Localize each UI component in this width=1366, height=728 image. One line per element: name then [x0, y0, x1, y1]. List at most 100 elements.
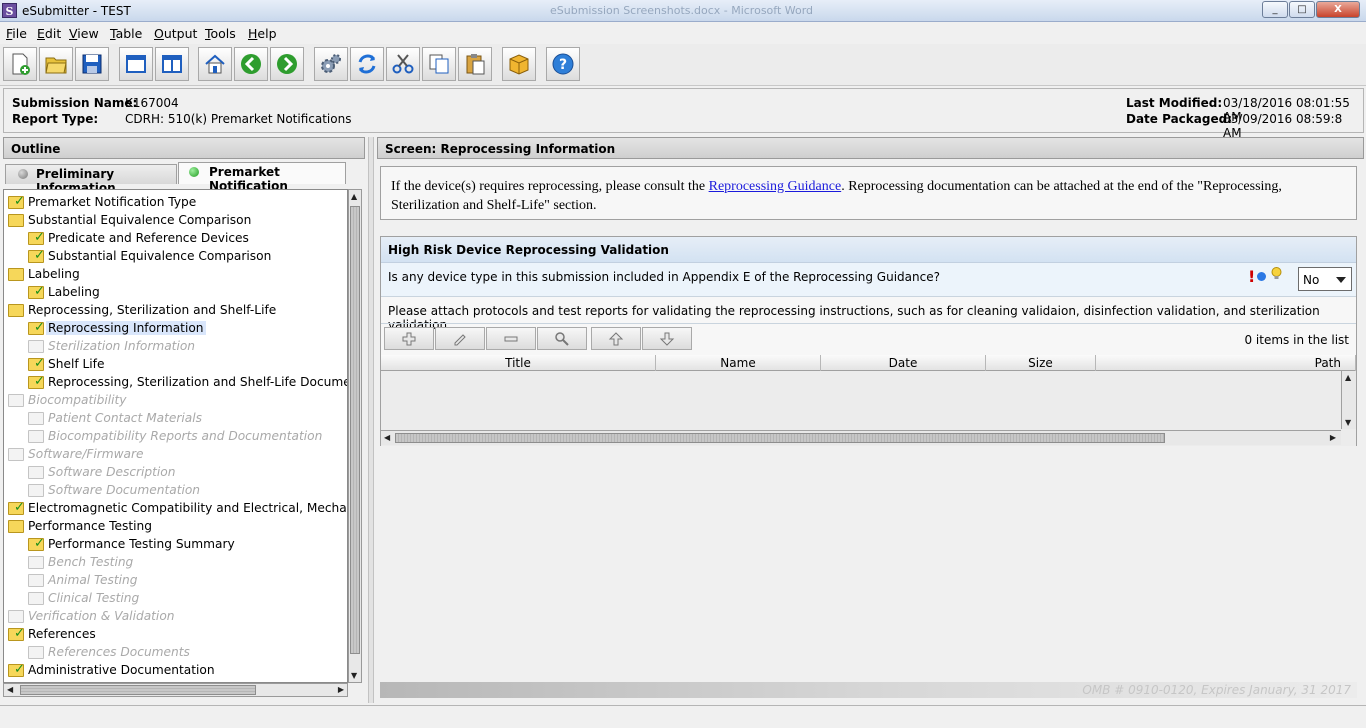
folder-icon — [8, 304, 24, 317]
back-button[interactable] — [234, 47, 268, 81]
tree-item-label: Substantial Equivalence Comparison — [48, 249, 272, 263]
svg-text:?: ? — [559, 57, 567, 73]
tree-item-label: Electromagnetic Compatibility and Electr… — [28, 501, 347, 515]
minimize-button[interactable]: _ — [1262, 1, 1288, 18]
checkmark-icon: ✓ — [14, 662, 25, 677]
tree-item-label: Predicate and Reference Devices — [48, 231, 249, 245]
copy-button[interactable] — [422, 47, 456, 81]
info-dot-icon[interactable] — [1257, 272, 1266, 281]
scroll-right-arrow-icon[interactable]: ▶ — [1330, 433, 1336, 442]
settings-button[interactable] — [314, 47, 348, 81]
scroll-up-arrow-icon[interactable]: ▲ — [1345, 373, 1351, 382]
outline-horizontal-scrollbar[interactable]: ◀ ▶ — [3, 683, 348, 697]
menu-output[interactable]: Output — [154, 26, 197, 41]
tree-item-label: References Documents — [48, 645, 190, 659]
scroll-left-arrow-icon[interactable]: ◀ — [384, 433, 390, 442]
folder-icon — [28, 484, 44, 497]
checkmark-icon: ✓ — [14, 500, 25, 515]
reprocessing-guidance-link[interactable]: Reprocessing Guidance — [709, 179, 842, 194]
maximize-button[interactable]: □ — [1289, 1, 1315, 18]
tab-preliminary-information[interactable]: Preliminary Information — [5, 164, 177, 195]
answer-dropdown[interactable]: No — [1298, 267, 1352, 291]
validation-section: High Risk Device Reprocessing Validation… — [380, 236, 1357, 446]
split-pane-divider[interactable] — [368, 137, 374, 703]
column-title[interactable]: Title — [381, 355, 656, 371]
scroll-thumb[interactable] — [20, 685, 256, 695]
menu-help[interactable]: Help — [248, 26, 277, 41]
table-vertical-scrollbar[interactable]: ▲ ▼ — [1341, 371, 1356, 429]
column-date[interactable]: Date — [821, 355, 986, 371]
tree-item-label: Reprocessing, Sterilization and Shelf-Li… — [48, 375, 348, 389]
scroll-down-arrow-icon[interactable]: ▼ — [351, 671, 357, 680]
attachments-table[interactable]: Title Name Date Size Path ▲ ▼ ◀ ▶ — [381, 355, 1356, 446]
add-item-button[interactable] — [384, 327, 434, 350]
column-size[interactable]: Size — [986, 355, 1096, 371]
remove-icon — [504, 336, 518, 341]
move-up-button[interactable] — [591, 327, 641, 350]
checked-folder-icon: ✓ — [28, 284, 45, 299]
question-text: Is any device type in this submission in… — [388, 270, 940, 284]
tree-item-label: Animal Testing — [48, 573, 138, 587]
folder-icon — [28, 340, 44, 353]
single-window-button[interactable] — [119, 47, 153, 81]
help-button[interactable]: ? — [546, 47, 580, 81]
hint-lightbulb-icon[interactable] — [1271, 267, 1282, 280]
forward-button[interactable] — [270, 47, 304, 81]
outline-vertical-scrollbar[interactable]: ▲ ▼ — [348, 189, 362, 683]
move-down-button[interactable] — [642, 327, 692, 350]
scroll-up-arrow-icon[interactable]: ▲ — [351, 192, 357, 201]
cut-icon — [392, 54, 414, 74]
tree-item-label: Software Documentation — [48, 483, 201, 497]
outline-tree[interactable]: ✓ Premarket Notification Type Substantial … — [3, 189, 348, 683]
column-name[interactable]: Name — [656, 355, 821, 371]
checked-folder-icon: ✓ — [8, 626, 25, 641]
section-title: High Risk Device Reprocessing Validation — [381, 237, 1356, 263]
tree-item-label: Bench Testing — [48, 555, 134, 569]
checkmark-icon: ✓ — [14, 626, 25, 641]
table-horizontal-scrollbar[interactable]: ◀ ▶ — [381, 430, 1341, 445]
tab-premarket-notification[interactable]: Premarket Notification — [178, 162, 346, 193]
checkmark-icon: ✓ — [34, 230, 45, 245]
scroll-right-arrow-icon[interactable]: ▶ — [338, 685, 344, 694]
status-dot-icon — [189, 167, 199, 177]
scroll-down-arrow-icon[interactable]: ▼ — [1345, 418, 1351, 427]
checkmark-icon: ✓ — [34, 284, 45, 299]
tree-item-label: Biocompatibility — [28, 393, 127, 407]
report-type-value: CDRH: 510(k) Premarket Notifications — [125, 112, 352, 126]
checked-folder-icon: ✓ — [28, 357, 45, 371]
view-item-button[interactable] — [537, 327, 587, 350]
add-icon — [402, 332, 416, 345]
column-path[interactable]: Path — [1096, 355, 1356, 371]
tree-item-label: Patient Contact Materials — [48, 411, 203, 425]
tree-item-label: Software/Firmware — [28, 447, 144, 461]
folder-icon — [28, 574, 44, 587]
edit-item-button[interactable] — [435, 327, 485, 350]
scroll-thumb[interactable] — [395, 433, 1165, 443]
home-button[interactable] — [198, 47, 232, 81]
outline-panel: Outline Preliminary Information Premarke… — [3, 137, 365, 703]
checked-folder-icon: ✓ — [28, 375, 45, 389]
refresh-button[interactable] — [350, 47, 384, 81]
menu-tools[interactable]: Tools — [205, 26, 236, 41]
folder-icon — [28, 556, 44, 569]
paste-button[interactable] — [458, 47, 492, 81]
save-button[interactable] — [75, 47, 109, 81]
menu-file[interactable]: File — [6, 26, 27, 41]
split-window-button[interactable] — [155, 47, 189, 81]
scroll-thumb[interactable] — [350, 206, 360, 654]
title-bar: S eSubmitter - TEST eSubmission Screensh… — [0, 0, 1366, 22]
menu-table[interactable]: Table — [110, 26, 142, 41]
cut-button[interactable] — [386, 47, 420, 81]
menu-view[interactable]: View — [69, 26, 99, 41]
menu-edit[interactable]: Edit — [37, 26, 61, 41]
report-type-label: Report Type: — [12, 112, 99, 126]
package-button[interactable] — [502, 47, 536, 81]
remove-item-button[interactable] — [486, 327, 536, 350]
checkmark-icon: ✓ — [34, 248, 45, 263]
scroll-left-arrow-icon[interactable]: ◀ — [7, 685, 13, 694]
refresh-icon — [358, 54, 376, 74]
new-document-button[interactable] — [3, 47, 37, 81]
open-button[interactable] — [39, 47, 73, 81]
close-button[interactable]: X — [1316, 1, 1360, 18]
omb-footer: OMB # 0910-0120, Expires January, 31 201… — [380, 682, 1357, 698]
